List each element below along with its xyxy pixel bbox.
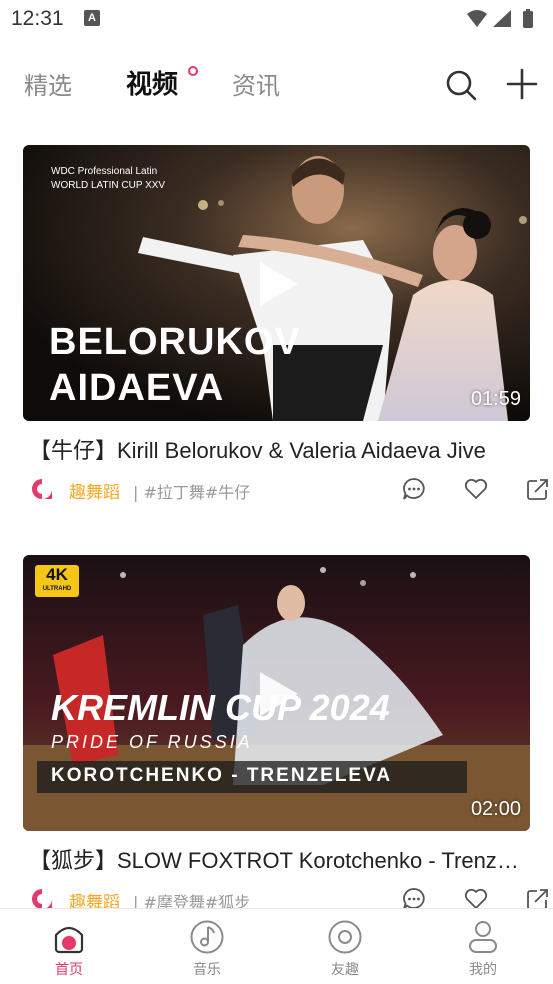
top-navigation: 精选 视频 资讯 [0, 58, 553, 108]
badge-ultrahd: ULTRAHD [42, 586, 72, 592]
search-icon[interactable] [444, 68, 478, 102]
bottom-nav-label: 音乐 [193, 962, 221, 978]
video-card[interactable]: WDC Professional Latin WORLD LATIN CUP X… [23, 145, 548, 515]
video-duration: 02:00 [470, 798, 521, 820]
status-bar: 12:31 A [0, 0, 553, 38]
thumbnail-overlay-text: KOROTCHENKO - TRENZELEVA [51, 765, 393, 786]
home-icon [54, 926, 84, 954]
video-title[interactable]: 【牛仔】Kirill Belorukov & Valeria Aidaeva J… [29, 433, 529, 465]
share-icon[interactable] [525, 476, 551, 502]
video-duration: 01:59 [470, 388, 521, 410]
thumbnail-overlay-text: KREMLIN CUP 2024 [51, 687, 390, 728]
play-icon[interactable] [256, 260, 300, 308]
bottom-nav-music[interactable]: 音乐 [172, 919, 242, 979]
thumbnail-overlay-text: AIDAEVA [49, 367, 225, 409]
tab-featured[interactable]: 精选 [24, 66, 72, 101]
brand-name[interactable]: 趣舞蹈 [69, 478, 120, 503]
thumbnail-caption: WDC Professional Latin [51, 166, 158, 177]
signal-icon [493, 10, 511, 27]
bottom-nav-discover[interactable]: 友趣 [310, 919, 380, 979]
thumbnail-overlay-text: BELORUKOV [49, 321, 301, 363]
music-icon [190, 920, 224, 954]
bottom-nav-profile[interactable]: 我的 [448, 919, 518, 979]
notification-icon: A [84, 10, 100, 26]
video-tags[interactable]: | #拉丁舞#牛仔 [133, 479, 250, 503]
tab-video[interactable]: 视频 [126, 64, 178, 101]
brand-logo-icon[interactable] [30, 477, 54, 501]
bottom-nav-home[interactable]: 首页 [34, 919, 104, 979]
system-status-icons [467, 9, 533, 28]
badge-4k: 4K [46, 565, 68, 584]
comment-icon[interactable] [401, 476, 427, 502]
play-icon[interactable] [256, 670, 300, 718]
battery-icon [523, 11, 533, 28]
bottom-nav-label: 我的 [469, 962, 497, 978]
add-icon[interactable] [506, 68, 538, 100]
discover-icon [328, 920, 362, 954]
video-thumbnail[interactable]: WDC Professional Latin WORLD LATIN CUP X… [23, 145, 530, 421]
tab-news[interactable]: 资讯 [232, 66, 280, 101]
bottom-navigation: 首页 音乐 友趣 我的 [0, 908, 553, 984]
thumbnail-overlay-text: PRIDE OF RUSSIA [51, 732, 253, 752]
video-card[interactable]: 4K ULTRAHD KREMLIN CUP 2024 PRIDE OF RUS… [23, 555, 548, 915]
thumbnail-caption: WORLD LATIN CUP XXV [51, 180, 166, 191]
profile-icon [469, 921, 497, 953]
video-thumbnail[interactable]: 4K ULTRAHD KREMLIN CUP 2024 PRIDE OF RUS… [23, 555, 530, 831]
video-meta: 趣舞蹈 | #拉丁舞#牛仔 [29, 475, 548, 505]
like-icon[interactable] [463, 476, 489, 502]
video-title[interactable]: 【狐步】SLOW FOXTROT Korotchenko - Trenzelev… [29, 843, 529, 875]
status-time: 12:31 [11, 7, 64, 30]
wifi-icon [467, 10, 487, 27]
bottom-nav-label: 首页 [55, 962, 83, 978]
bottom-nav-label: 友趣 [331, 962, 359, 978]
tab-unread-dot [188, 66, 198, 76]
